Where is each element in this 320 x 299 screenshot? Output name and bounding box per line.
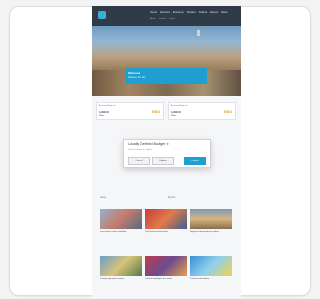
- section-label-events: Events: [168, 196, 176, 199]
- nav-item[interactable]: Tourism: [187, 11, 196, 14]
- info-card[interactable]: Account balance 1,234 € ESS More: [96, 102, 164, 120]
- dialog-hint: Please choose an option: [128, 149, 152, 151]
- tile-image[interactable]: [145, 209, 187, 229]
- tile-image[interactable]: [145, 256, 187, 276]
- info-card-amount: 1,234 €: [99, 110, 110, 114]
- site-logo-icon[interactable]: [98, 11, 106, 19]
- dialog-title: Locally Defined Budget ★: [128, 142, 169, 146]
- info-card-amount: 1,234 €: [171, 110, 182, 114]
- sub-nav: About Contact Login: [150, 18, 175, 20]
- star-icon: ★: [165, 142, 170, 146]
- nav-item[interactable]: Economy: [173, 11, 184, 14]
- nav-item[interactable]: Culture: [199, 11, 207, 14]
- info-card-link[interactable]: More: [99, 115, 104, 117]
- budget-dialog: Locally Defined Budget ★ Please choose a…: [123, 139, 211, 168]
- tile-image[interactable]: [100, 256, 142, 276]
- info-card-label: Account balance: [99, 105, 116, 107]
- cancel-button[interactable]: Cancel: [128, 157, 150, 165]
- tile-caption[interactable]: Regional development update: [190, 231, 232, 234]
- nav-item[interactable]: Services: [160, 11, 170, 14]
- tile-image[interactable]: [190, 256, 232, 276]
- info-card-label: Account balance: [171, 105, 188, 107]
- tile-caption[interactable]: Community sports report: [100, 278, 142, 281]
- hero-image: Welcome Discover the city: [92, 26, 241, 96]
- hero-subtitle: Discover the city: [128, 76, 146, 79]
- info-card-link[interactable]: More: [171, 115, 176, 117]
- subnav-item[interactable]: About: [150, 18, 156, 20]
- hero-title: Welcome: [128, 71, 141, 75]
- tile-caption[interactable]: Tourism information: [190, 278, 232, 281]
- info-card[interactable]: Account balance 1,234 € ESS More: [168, 102, 236, 120]
- tile-caption[interactable]: Cultural highlights this week: [145, 278, 187, 281]
- main-nav: Home Services Economy Tourism Culture Ev…: [150, 11, 228, 14]
- tile-image[interactable]: [190, 209, 232, 229]
- hero-banner[interactable]: Welcome Discover the city: [125, 68, 207, 84]
- brand-logo-icon: ESS: [151, 109, 160, 114]
- options-button[interactable]: Options: [152, 157, 174, 165]
- site-header: Home Services Economy Tourism Culture Ev…: [92, 6, 241, 26]
- church-cross-icon: [197, 30, 200, 36]
- tile-caption[interactable]: City festival and market: [145, 231, 187, 234]
- subnav-item[interactable]: Contact: [159, 18, 167, 20]
- nav-item[interactable]: Home: [150, 11, 157, 14]
- nav-item[interactable]: Events: [210, 11, 218, 14]
- section-label-news: News: [100, 196, 106, 199]
- subnav-item[interactable]: Login: [169, 18, 174, 20]
- confirm-button[interactable]: Confirm: [184, 157, 206, 165]
- brand-logo-icon: ESS: [223, 109, 232, 114]
- tile-image[interactable]: [100, 209, 142, 229]
- tile-caption[interactable]: Local news article headline: [100, 231, 142, 234]
- dialog-title-text: Locally Defined Budget: [128, 142, 165, 146]
- nav-item[interactable]: News: [221, 11, 228, 14]
